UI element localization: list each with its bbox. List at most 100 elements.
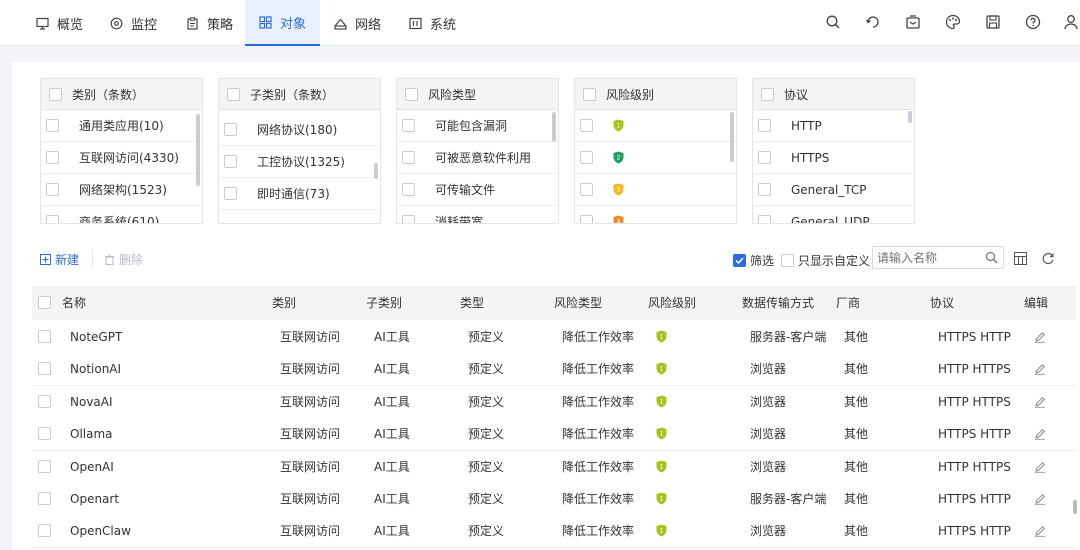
col-risk-level[interactable]: 风险级别 [648, 286, 696, 320]
checkbox[interactable] [402, 215, 415, 223]
checkbox[interactable] [402, 151, 415, 164]
table-row[interactable]: NovaAI 互联网访问 AI工具 预定义 降低工作效率 浏览器 其他 HTTP HTTPS 1 [32, 385, 1076, 419]
filter-item[interactable]: 网络架构(1523) [41, 174, 202, 206]
filter-item[interactable]: 互联网访问(4330) [41, 142, 202, 174]
table-row[interactable]: OpenAI 互联网访问 AI工具 预定义 降低工作效率 浏览器 其他 HTTP HTTPS 1 [32, 450, 1076, 484]
table-row[interactable]: Ollama 互联网访问 AI工具 预定义 降低工作效率 浏览器 其他 HTTPS HTTP 1 [32, 418, 1076, 452]
row-checkbox[interactable] [38, 524, 51, 538]
checkbox[interactable] [402, 119, 415, 132]
filter-item[interactable]: 商务系统(610) [41, 206, 202, 223]
nav-system[interactable]: 系统 [409, 0, 456, 46]
edit-pencil-icon[interactable] [1034, 363, 1046, 376]
checkbox[interactable] [758, 119, 771, 132]
edit-pencil-icon[interactable] [1034, 461, 1046, 473]
columns-icon[interactable] [1014, 252, 1027, 265]
search-icon[interactable] [985, 251, 998, 264]
filter-item[interactable]: HTTP [753, 110, 914, 142]
search-input[interactable] [873, 247, 981, 268]
palette-icon[interactable] [944, 13, 962, 31]
filter-item[interactable]: 网络协议(180) [219, 114, 380, 146]
row-checkbox[interactable] [38, 394, 51, 408]
checkbox[interactable] [224, 155, 237, 168]
checkbox[interactable] [758, 183, 771, 196]
checkbox[interactable] [580, 183, 593, 196]
filter-item[interactable]: 即时通信(73) [219, 178, 380, 210]
edit-pencil-icon[interactable] [1034, 331, 1046, 343]
col-transfer[interactable]: 数据传输方式 [742, 286, 814, 320]
checkbox[interactable] [402, 183, 415, 196]
search-icon[interactable] [824, 13, 842, 31]
scrollbar[interactable] [196, 114, 200, 186]
scrollbar[interactable] [730, 112, 734, 162]
scrollbar[interactable] [374, 163, 378, 179]
row-checkbox[interactable] [38, 427, 51, 441]
filter-item[interactable]: General_TCP [753, 174, 914, 206]
filter-item[interactable]: General_UDP [753, 206, 914, 223]
filter-item[interactable]: 工控协议(1325) [219, 146, 380, 178]
scrollbar[interactable] [908, 111, 912, 123]
col-type[interactable]: 类型 [460, 286, 484, 320]
nav-monitor[interactable]: 监控 [110, 0, 157, 46]
checkbox[interactable] [46, 215, 59, 223]
nav-policy[interactable]: 策略 [186, 0, 233, 46]
filter-item[interactable]: 通用类应用(10) [41, 110, 202, 142]
filter-item[interactable]: 4 [575, 206, 736, 223]
checkbox[interactable] [781, 254, 794, 267]
checkbox[interactable] [580, 215, 593, 223]
row-checkbox[interactable] [38, 492, 51, 505]
checkbox[interactable] [224, 187, 237, 200]
col-protocol[interactable]: 协议 [930, 286, 954, 320]
checkbox[interactable] [46, 151, 59, 164]
scrollbar[interactable] [1073, 500, 1077, 514]
col-risk-type[interactable]: 风险类型 [554, 286, 602, 320]
table-row[interactable]: NotionAI 互联网访问 AI工具 预定义 降低工作效率 浏览器 其他 HTTP HTTP… [32, 353, 1076, 387]
select-all-checkbox[interactable] [38, 296, 51, 309]
select-all-checkbox[interactable] [405, 87, 418, 101]
col-subcategory[interactable]: 子类别 [366, 286, 402, 320]
reload-icon[interactable] [1042, 252, 1055, 265]
edit-pencil-icon[interactable] [1034, 396, 1046, 408]
refresh-icon[interactable] [864, 13, 882, 31]
nav-objects[interactable]: 对象 [245, 0, 320, 46]
filter-item[interactable]: 3 [575, 174, 736, 206]
filter-item[interactable]: HTTPS [753, 142, 914, 174]
help-icon[interactable] [1024, 13, 1042, 31]
scrollbar[interactable] [552, 112, 556, 142]
user-icon[interactable] [1062, 13, 1080, 31]
select-all-checkbox[interactable] [227, 87, 240, 101]
new-button[interactable]: 新建 [40, 251, 79, 268]
filter-item[interactable]: 可传输文件 [397, 174, 558, 206]
checkbox[interactable] [758, 151, 771, 164]
filter-item[interactable]: 1 [575, 110, 736, 142]
row-checkbox[interactable] [38, 330, 51, 343]
checkbox[interactable] [46, 183, 59, 196]
filter-item[interactable]: 可能包含漏洞 [397, 110, 558, 142]
checkbox-checked-icon[interactable] [733, 254, 746, 267]
select-all-checkbox[interactable] [583, 87, 596, 101]
col-name[interactable]: 名称 [62, 286, 86, 320]
checkbox[interactable] [224, 123, 237, 136]
select-all-checkbox[interactable] [761, 87, 774, 101]
edit-pencil-icon[interactable] [1034, 493, 1046, 505]
table-row[interactable]: OpenClaw 互联网访问 AI工具 预定义 降低工作效率 浏览器 其他 HTTPS HTT… [32, 515, 1076, 549]
nav-overview[interactable]: 概览 [36, 0, 83, 46]
checkbox[interactable] [580, 119, 593, 132]
checkbox[interactable] [758, 215, 771, 223]
delete-button[interactable]: 删除 [104, 251, 143, 268]
col-vendor[interactable]: 厂商 [836, 286, 860, 320]
checkbox[interactable] [46, 119, 59, 132]
save-icon[interactable] [984, 13, 1002, 31]
select-all-checkbox[interactable] [49, 87, 62, 101]
nav-network[interactable]: 网络 [334, 0, 381, 46]
edit-pencil-icon[interactable] [1034, 525, 1046, 538]
table-row[interactable]: NoteGPT 互联网访问 AI工具 预定义 降低工作效率 服务器-客户端 其他 HTTPS … [32, 321, 1076, 354]
filter-item[interactable]: 可被恶意软件利用 [397, 142, 558, 174]
edit-pencil-icon[interactable] [1034, 428, 1046, 440]
row-checkbox[interactable] [38, 459, 51, 473]
filter-toggle[interactable]: 筛选 [733, 252, 774, 269]
inbox-icon[interactable] [904, 13, 922, 31]
filter-item[interactable]: 消耗带宽 [397, 206, 558, 223]
custom-only-toggle[interactable]: 只显示自定义 [781, 252, 870, 269]
table-row[interactable]: Openart 互联网访问 AI工具 预定义 降低工作效率 服务器-客户端 其他 HTTPS … [32, 483, 1076, 516]
col-category[interactable]: 类别 [272, 286, 296, 320]
